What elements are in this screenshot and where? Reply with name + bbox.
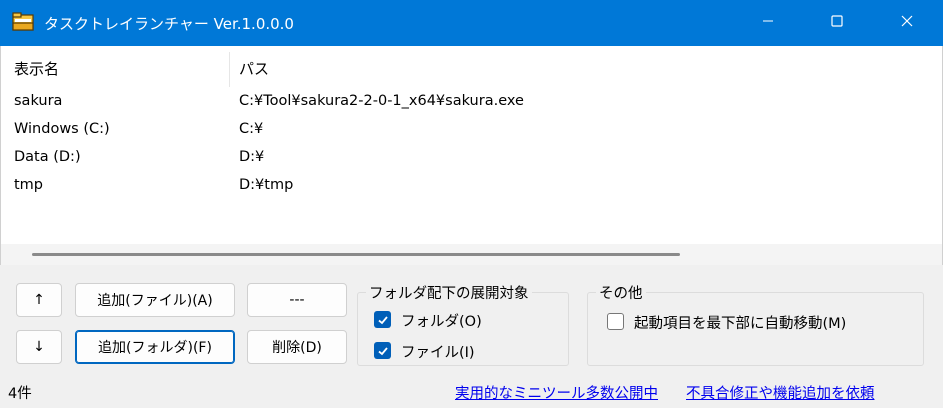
- file-checkbox-label[interactable]: ファイル(I): [401, 341, 475, 362]
- item-path: C:¥: [239, 121, 264, 137]
- item-count: 4件: [8, 386, 32, 402]
- list-item[interactable]: tmp D:¥tmp: [1, 173, 942, 201]
- column-header-path[interactable]: パス: [239, 58, 269, 79]
- item-name: Windows (C:): [14, 121, 110, 137]
- move-up-button[interactable]: ↑: [16, 283, 62, 317]
- close-icon: [901, 15, 913, 31]
- launcher-list[interactable]: 表示名 パス sakura C:¥Tool¥sakura2-2-0-1_x64¥…: [0, 46, 943, 265]
- column-header-name[interactable]: 表示名: [14, 58, 59, 79]
- other-group-title: その他: [596, 282, 646, 303]
- delete-button[interactable]: 削除(D): [247, 330, 347, 364]
- move-down-button[interactable]: ↓: [16, 330, 62, 364]
- item-name: sakura: [14, 93, 63, 109]
- item-path: C:¥Tool¥sakura2-2-0-1_x64¥sakura.exe: [239, 93, 524, 109]
- auto-move-checkbox[interactable]: [607, 313, 624, 330]
- column-separator[interactable]: [229, 52, 230, 87]
- add-folder-button[interactable]: 追加(フォルダ)(F): [75, 330, 235, 364]
- expand-target-group-title: フォルダ配下の展開対象: [366, 282, 532, 303]
- tools-link[interactable]: 実用的なミニツール多数公開中: [455, 382, 658, 403]
- item-path: D:¥: [239, 149, 265, 165]
- maximize-button[interactable]: [814, 0, 860, 46]
- folder-icon: [12, 12, 34, 32]
- item-name: tmp: [14, 177, 44, 193]
- scrollbar-thumb[interactable]: [32, 253, 680, 256]
- status-bar: 4件 実用的なミニツール多数公開中 不具合修正や機能追加を依頼: [0, 376, 943, 408]
- request-link[interactable]: 不具合修正や機能追加を依頼: [686, 382, 875, 403]
- horizontal-scrollbar[interactable]: [1, 244, 942, 265]
- auto-move-checkbox-label[interactable]: 起動項目を最下部に自動移動(M): [634, 312, 846, 333]
- item-path: D:¥tmp: [239, 177, 294, 193]
- add-file-button[interactable]: 追加(ファイル)(A): [75, 283, 235, 317]
- folder-checkbox[interactable]: [374, 311, 391, 328]
- minimize-button[interactable]: [745, 0, 791, 46]
- maximize-icon: [831, 15, 843, 31]
- item-name: Data (D:): [14, 149, 81, 165]
- file-checkbox[interactable]: [374, 342, 391, 359]
- list-item[interactable]: sakura C:¥Tool¥sakura2-2-0-1_x64¥sakura.…: [1, 89, 942, 117]
- title-bar[interactable]: タスクトレイランチャー Ver.1.0.0.0: [0, 0, 943, 46]
- list-item[interactable]: Data (D:) D:¥: [1, 145, 942, 173]
- close-button[interactable]: [884, 0, 930, 46]
- list-item[interactable]: Windows (C:) C:¥: [1, 117, 942, 145]
- window-title: タスクトレイランチャー Ver.1.0.0.0: [44, 15, 294, 33]
- minimize-icon: [762, 15, 774, 31]
- folder-checkbox-label[interactable]: フォルダ(O): [401, 310, 482, 331]
- add-separator-button[interactable]: ---: [247, 283, 347, 317]
